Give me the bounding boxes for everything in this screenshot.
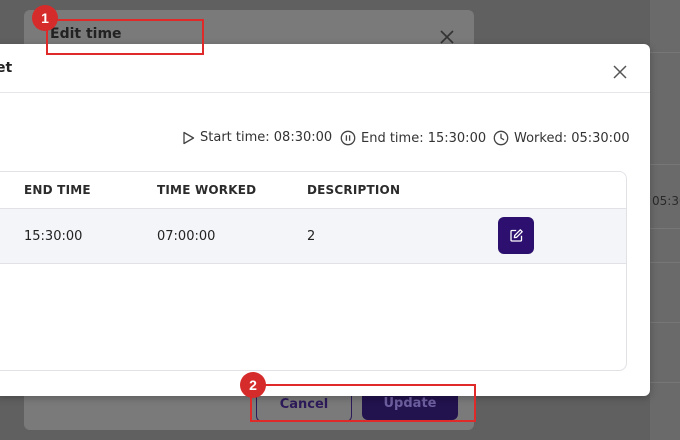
pencil-icon (509, 229, 523, 242)
worked-text: Worked: 05:30:00 (514, 130, 630, 146)
end-time-summary: End time: 15:30:00 (340, 130, 486, 146)
close-icon[interactable] (612, 64, 628, 80)
description-cell: 2 (307, 229, 316, 244)
start-time-summary: Start time: 08:30:00 (182, 130, 332, 145)
clock-icon (493, 130, 509, 146)
table-row: 15:30:00 07:00:00 2 (0, 209, 626, 264)
time-entries-table: END TIME TIME WORKED DESCRIPTION 15:30:0… (0, 171, 627, 371)
pause-icon (340, 130, 356, 146)
callout-2-badge: 2 (240, 372, 266, 398)
end-time-cell: 15:30:00 (24, 229, 83, 244)
time-worked-cell: 07:00:00 (157, 229, 216, 244)
table-header: END TIME TIME WORKED DESCRIPTION (0, 172, 626, 209)
callout-1-badge: 1 (32, 5, 58, 31)
edit-entry-button[interactable] (498, 217, 534, 254)
callout-1-highlight (46, 19, 204, 55)
callout-2-highlight (250, 384, 476, 422)
play-icon (183, 131, 195, 144)
end-time-text: End time: 15:30:00 (361, 130, 487, 146)
worked-summary: Worked: 05:30:00 (493, 130, 630, 146)
column-header-end-time: END TIME (24, 183, 91, 197)
timesheet-title: et (0, 60, 13, 76)
dialog-divider (0, 92, 650, 93)
background-time-fragment: 05:30 (652, 194, 680, 208)
column-header-description: DESCRIPTION (307, 183, 401, 197)
column-header-time-worked: TIME WORKED (157, 183, 257, 197)
timesheet-dialog: et Start time: 08:30:00 End time: 15:30:… (0, 44, 650, 396)
start-time-text: Start time: 08:30:00 (200, 130, 333, 145)
background-table-edge (650, 0, 680, 440)
